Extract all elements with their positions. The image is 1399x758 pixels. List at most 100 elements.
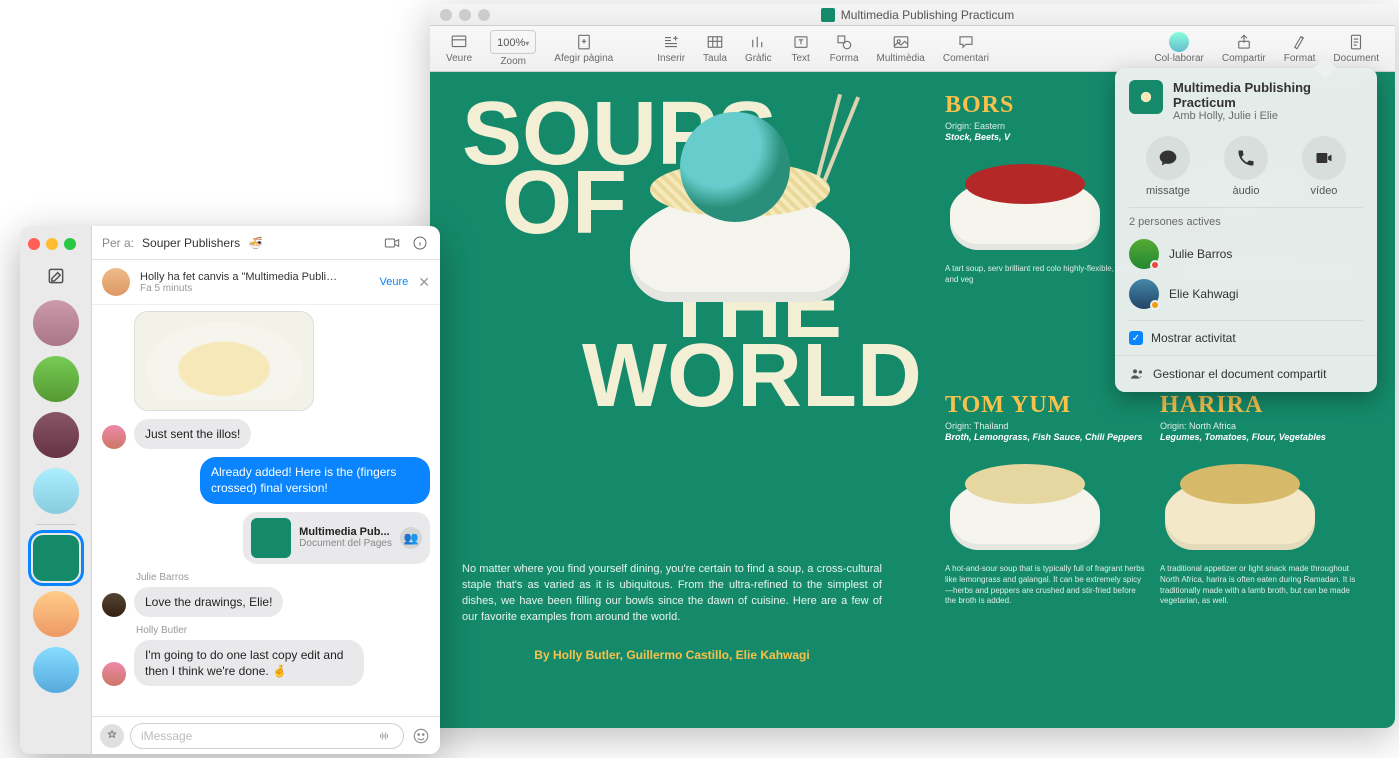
collaborate-button[interactable]: Col·laborar — [1148, 33, 1209, 64]
message-action[interactable]: missatge — [1146, 136, 1190, 197]
activity-banner: Holly ha fet canvis a "Multimedia Publis… — [92, 260, 440, 305]
messages-main: Per a: Souper Publishers 🍜 Holly ha fet … — [92, 226, 440, 754]
comment-button[interactable]: Comentari — [937, 33, 995, 64]
image-message[interactable] — [134, 311, 314, 411]
intro-paragraph: No matter where you find yourself dining… — [462, 562, 882, 626]
avatar — [102, 593, 126, 617]
comment-icon — [955, 33, 977, 51]
table-button[interactable]: Taula — [697, 33, 733, 64]
hero-illustration — [620, 112, 860, 312]
format-icon — [1289, 33, 1311, 51]
facetime-icon[interactable] — [382, 235, 402, 251]
minimize-button[interactable] — [459, 9, 471, 21]
add-page-button[interactable]: Afegir pàgina — [548, 33, 619, 64]
byline: By Holly Butler, Guillermo Castillo, Eli… — [462, 648, 882, 662]
chart-icon — [747, 33, 769, 51]
incoming-message: Just sent the illos! — [134, 419, 251, 449]
conversation-avatar[interactable] — [33, 412, 79, 458]
pages-titlebar: Multimedia Publishing Practicum — [430, 4, 1395, 26]
info-icon[interactable] — [410, 235, 430, 251]
popover-title: Multimedia Publishing Practicum — [1173, 80, 1363, 110]
avatar — [102, 662, 126, 686]
avatar — [1129, 279, 1159, 309]
table-icon — [704, 33, 726, 51]
conversation-avatar-active[interactable] — [33, 535, 79, 581]
view-button[interactable]: Veure — [440, 33, 478, 64]
text-button[interactable]: Text — [784, 33, 818, 64]
zoom-control[interactable]: 100%▾ Zoom — [484, 30, 542, 67]
conversation-header: Per a: Souper Publishers 🍜 — [92, 226, 440, 260]
window-controls — [20, 234, 91, 256]
collaborator-row[interactable]: Elie Kahwagi — [1115, 274, 1377, 314]
conversation-avatar[interactable] — [33, 300, 79, 346]
minimize-button[interactable] — [46, 238, 58, 250]
close-button[interactable] — [440, 9, 452, 21]
message-input[interactable]: iMessage — [130, 723, 404, 749]
to-label: Per a: — [102, 236, 134, 250]
video-action[interactable]: vídeo — [1302, 136, 1346, 197]
people-icon — [1129, 366, 1145, 382]
pages-toolbar: Veure 100%▾ Zoom Afegir pàgina Inserir T… — [430, 26, 1395, 72]
show-activity-checkbox[interactable]: ✓ Mostrar activitat — [1115, 321, 1377, 355]
phone-icon — [1224, 136, 1268, 180]
message-composer: iMessage — [92, 716, 440, 754]
view-icon — [448, 33, 470, 51]
close-button[interactable] — [28, 238, 40, 250]
banner-title: Holly ha fet canvis a "Multimedia Publis… — [140, 271, 340, 283]
message-thread[interactable]: Just sent the illos! Already added! Here… — [92, 305, 440, 716]
document-attachment[interactable]: Multimedia Pub... Document del Pages 👥 — [243, 512, 430, 564]
banner-close-button[interactable]: ✕ — [418, 274, 430, 291]
share-icon — [1233, 33, 1255, 51]
audio-action[interactable]: àudio — [1224, 136, 1268, 197]
banner-view-link[interactable]: Veure — [380, 276, 409, 288]
recipient-name: Souper Publishers — [142, 236, 240, 250]
outgoing-message: Already added! Here is the (fingers cros… — [200, 457, 430, 503]
sender-label: Holly Butler — [136, 625, 430, 636]
apps-button[interactable] — [100, 724, 124, 748]
maximize-button[interactable] — [478, 9, 490, 21]
collaborator-row[interactable]: Julie Barros — [1115, 234, 1377, 274]
collaborate-icon — [1168, 33, 1190, 51]
manage-shared-button[interactable]: Gestionar el document compartit — [1115, 356, 1377, 392]
shape-icon — [833, 33, 855, 51]
messages-window: Per a: Souper Publishers 🍜 Holly ha fet … — [20, 226, 440, 754]
incoming-message: Love the drawings, Elie! — [134, 587, 283, 617]
document-thumbnail — [1129, 80, 1163, 114]
soup-card: HARIRA Origin: North Africa Legumes, Tom… — [1160, 392, 1360, 607]
collaborate-icon[interactable]: 👥 — [400, 527, 422, 549]
avatar — [102, 425, 126, 449]
popover-subtitle: Amb Holly, Julie i Elie — [1173, 110, 1363, 122]
format-button[interactable]: Format — [1278, 33, 1322, 64]
checkbox-icon: ✓ — [1129, 331, 1143, 345]
avatar — [1129, 239, 1159, 269]
collaboration-popover: Multimedia Publishing Practicum Amb Holl… — [1115, 68, 1377, 392]
conversation-avatar[interactable] — [33, 647, 79, 693]
document-title: Multimedia Publishing Practicum — [490, 8, 1345, 22]
insert-button[interactable]: Inserir — [651, 33, 691, 64]
maximize-button[interactable] — [64, 238, 76, 250]
document-icon — [821, 8, 835, 22]
add-page-icon — [573, 33, 595, 51]
conversation-avatar[interactable] — [33, 591, 79, 637]
document-button[interactable]: Document — [1327, 33, 1385, 64]
incoming-message: I'm going to do one last copy edit and t… — [134, 640, 364, 686]
message-icon — [1146, 136, 1190, 180]
conversation-avatar[interactable] — [33, 468, 79, 514]
share-button[interactable]: Compartir — [1216, 33, 1272, 64]
emoji-button[interactable] — [410, 725, 432, 747]
media-button[interactable]: Multimèdia — [871, 33, 931, 64]
audio-waveform-icon[interactable] — [375, 729, 393, 743]
active-count-label: 2 persones actives — [1115, 208, 1377, 234]
shape-button[interactable]: Forma — [824, 33, 865, 64]
pages-window: Multimedia Publishing Practicum Veure 10… — [430, 4, 1395, 728]
insert-icon — [660, 33, 682, 51]
media-icon — [890, 33, 912, 51]
sender-label: Julie Barros — [136, 572, 430, 583]
compose-button[interactable] — [46, 266, 66, 286]
conversation-avatar[interactable] — [33, 356, 79, 402]
attachment-thumbnail — [251, 518, 291, 558]
soup-card: TOM YUM Origin: Thailand Broth, Lemongra… — [945, 392, 1145, 607]
video-icon — [1302, 136, 1346, 180]
chart-button[interactable]: Gràfic — [739, 33, 778, 64]
document-icon — [1345, 33, 1367, 51]
